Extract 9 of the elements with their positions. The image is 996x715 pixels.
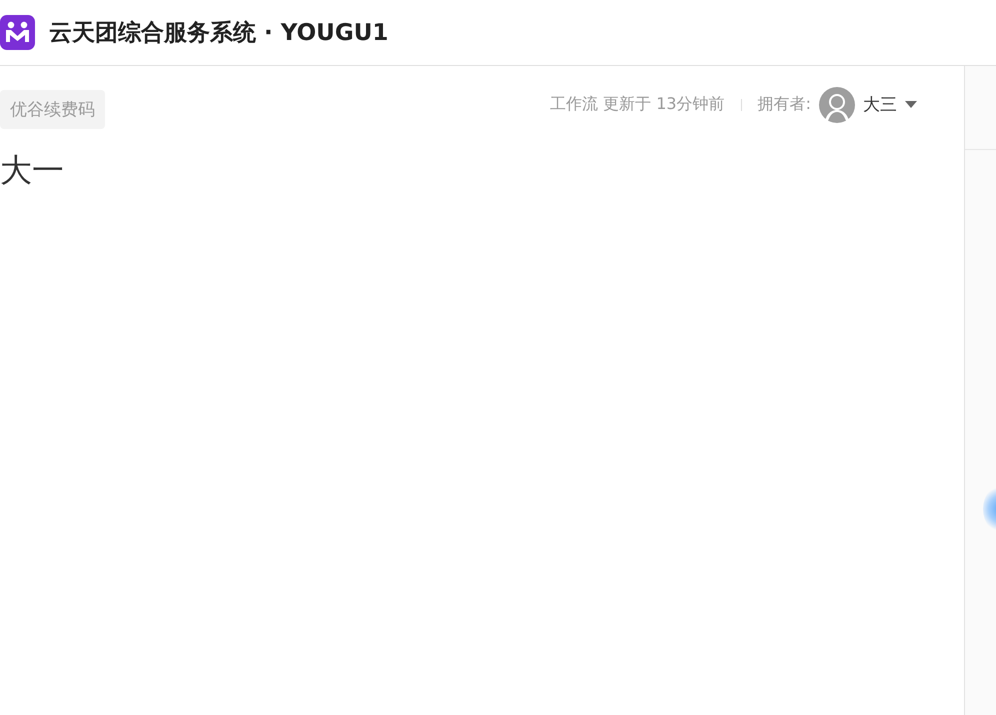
owner-label: 拥有者: — [758, 94, 811, 115]
owner-name[interactable]: 大三 — [863, 93, 897, 116]
category-tag: 优谷续费码 — [0, 90, 105, 129]
caret-icon[interactable] — [905, 100, 917, 108]
app-title: 云天团综合服务系统 · YOUGU1 — [49, 19, 388, 48]
avatar-icon — [819, 86, 855, 122]
document-title: 大一 — [0, 150, 64, 191]
update-info: 工作流 更新于 13分钟前 — [550, 94, 725, 115]
logo-icon — [0, 15, 35, 50]
